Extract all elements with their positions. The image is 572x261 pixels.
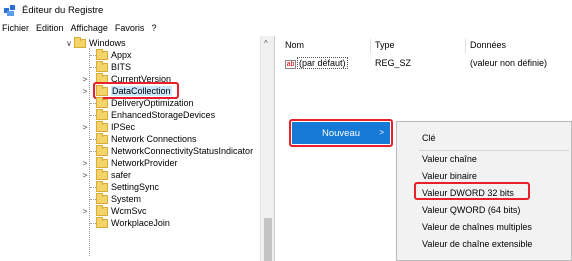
menu-affichage[interactable]: Affichage xyxy=(71,23,108,33)
expand-icon[interactable]: > xyxy=(80,207,90,216)
highlight-box-dword xyxy=(414,182,530,200)
tree-item-system[interactable]: System xyxy=(96,192,142,205)
tree-scrollbar[interactable]: ^ xyxy=(260,36,274,261)
scroll-up-icon[interactable]: ^ xyxy=(264,39,268,48)
folder-icon xyxy=(96,216,108,228)
tree-item-label: NetworkProvider xyxy=(111,158,178,168)
menu-favoris[interactable]: Favoris xyxy=(115,23,145,33)
expand-icon[interactable]: > xyxy=(80,171,90,180)
submenu-item-cle[interactable]: Clé xyxy=(422,133,436,143)
row-name-cell: ab (par défaut) xyxy=(285,57,348,69)
tree-item-networkprovider[interactable]: > NetworkProvider xyxy=(80,156,178,169)
column-header-type[interactable]: Type xyxy=(375,40,395,54)
tree-item-deliveryoptimization[interactable]: DeliveryOptimization xyxy=(96,96,194,109)
collapse-icon[interactable]: ∨ xyxy=(64,39,74,48)
folder-icon xyxy=(96,120,108,132)
tree-item-label: WcmSvc xyxy=(111,206,147,216)
tree-item-label: NetworkConnectivityStatusIndicator xyxy=(111,146,254,156)
tree-item-label: safer xyxy=(111,170,132,180)
tree-item-bits[interactable]: BITS xyxy=(96,60,132,73)
submenu-item-valeur-qword[interactable]: Valeur QWORD (64 bits) xyxy=(422,205,520,215)
folder-icon xyxy=(96,108,108,120)
submenu-item-valeur-chaine[interactable]: Valeur chaîne xyxy=(422,154,477,164)
tree-item-label: DeliveryOptimization xyxy=(111,98,194,108)
tree-item-ipsec[interactable]: > IPSec xyxy=(80,120,136,133)
tree-item-network-connections[interactable]: Network Connections xyxy=(96,132,197,145)
tree-item-label: IPSec xyxy=(111,122,136,132)
menu-help[interactable]: ? xyxy=(151,23,156,33)
submenu-item-chaine-extensible[interactable]: Valeur de chaîne extensible xyxy=(422,239,532,249)
tree-item-label: Windows xyxy=(89,38,126,48)
row-name: (par défaut) xyxy=(297,57,348,69)
title-bar: Éditeur du Registre xyxy=(0,0,572,20)
highlight-box-nouveau xyxy=(289,119,393,147)
tree-item-label: Appx xyxy=(111,50,132,60)
registry-tree[interactable]: ∨ Windows Appx BITS > CurrentVersion > D… xyxy=(0,36,275,261)
tree-item-label: WorkplaceJoin xyxy=(111,218,170,228)
row-type: REG_SZ xyxy=(375,58,412,68)
folder-icon xyxy=(96,156,108,168)
submenu-item-valeur-binaire[interactable]: Valeur binaire xyxy=(422,171,477,181)
menu-edition[interactable]: Edition xyxy=(36,23,64,33)
submenu-item-chaines-multiples[interactable]: Valeur de chaînes multiples xyxy=(422,222,532,232)
scroll-thumb[interactable] xyxy=(264,218,272,261)
string-value-icon: ab xyxy=(285,60,296,69)
tree-item-label: BITS xyxy=(111,62,132,72)
tree-item-safer[interactable]: > safer xyxy=(80,168,132,181)
folder-icon xyxy=(96,132,108,144)
tree-item-wcmsvc[interactable]: > WcmSvc xyxy=(80,204,147,217)
folder-icon xyxy=(96,168,108,180)
tree-item-label: SettingSync xyxy=(111,182,160,192)
tree-item-windows[interactable]: ∨ Windows xyxy=(64,36,126,49)
folder-icon xyxy=(74,36,86,48)
menu-fichier[interactable]: Fichier xyxy=(2,23,29,33)
expand-icon[interactable]: > xyxy=(80,75,90,84)
tree-item-label: System xyxy=(111,194,142,204)
column-header-nom[interactable]: Nom xyxy=(285,40,304,54)
tree-item-appx[interactable]: Appx xyxy=(96,48,132,61)
folder-icon xyxy=(96,96,108,108)
tree-item-enhancedstoragedevices[interactable]: EnhancedStorageDevices xyxy=(96,108,216,121)
tree-item-label: EnhancedStorageDevices xyxy=(111,110,216,120)
expand-icon[interactable]: > xyxy=(80,123,90,132)
column-header-donnees[interactable]: Données xyxy=(470,40,506,54)
folder-icon xyxy=(96,144,108,156)
tree-item-workplacejoin[interactable]: WorkplaceJoin xyxy=(96,216,170,229)
menu-bar: Fichier Edition Affichage Favoris ? xyxy=(0,20,572,35)
tree-item-label: Network Connections xyxy=(111,134,197,144)
folder-icon xyxy=(96,60,108,72)
tree-item-networkconnectivitystatusindicator[interactable]: NetworkConnectivityStatusIndicator xyxy=(96,144,254,157)
window-title: Éditeur du Registre xyxy=(22,4,104,16)
menu-separator xyxy=(419,150,569,151)
folder-icon xyxy=(96,192,108,204)
folder-icon xyxy=(96,48,108,60)
folder-icon xyxy=(96,180,108,192)
row-data: (valeur non définie) xyxy=(470,58,548,68)
expand-icon[interactable]: > xyxy=(80,159,90,168)
regedit-icon xyxy=(3,3,17,17)
tree-item-settingsync[interactable]: SettingSync xyxy=(96,180,160,193)
folder-icon xyxy=(96,204,108,216)
expand-icon[interactable]: > xyxy=(80,87,90,96)
